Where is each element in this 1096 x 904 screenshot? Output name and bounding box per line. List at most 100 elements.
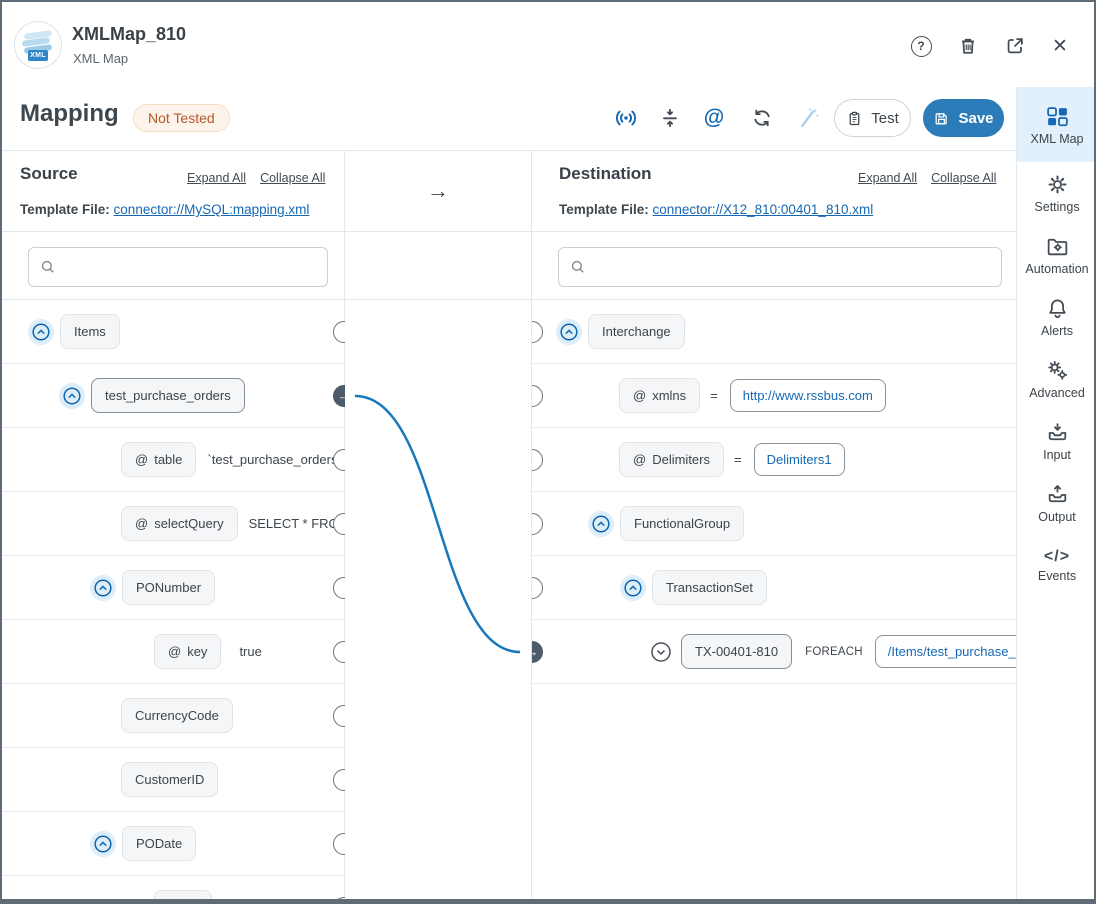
connection-port[interactable] — [532, 577, 543, 599]
sidebar-item-settings[interactable]: Settings — [1017, 162, 1096, 224]
window-subtitle: XML Map — [73, 51, 128, 66]
sidebar-item-output[interactable]: Output — [1017, 472, 1096, 534]
expand-node-button[interactable] — [649, 640, 673, 664]
sidebar-item-xml-map[interactable]: XML Map — [1017, 87, 1096, 162]
connection-port[interactable] — [532, 449, 543, 471]
gears-icon — [1045, 358, 1070, 383]
code-icon: </> — [1044, 548, 1070, 566]
collapse-node-button[interactable] — [620, 575, 646, 601]
destination-collapse-all-link[interactable]: Collapse All — [931, 171, 996, 185]
connection-port[interactable] — [532, 513, 543, 535]
clipboard-icon — [846, 110, 863, 127]
sidebar-item-input[interactable]: Input — [1017, 410, 1096, 472]
destination-search-input[interactable] — [595, 259, 991, 276]
sidebar-item-automation[interactable]: Automation — [1017, 224, 1096, 286]
tree-attr-chip[interactable]: @key — [154, 634, 221, 669]
auto-map-button[interactable] — [793, 103, 825, 133]
collapse-node-button[interactable] — [28, 319, 54, 345]
tree-node-chip[interactable]: PONumber — [122, 570, 215, 605]
sidebar-item-advanced[interactable]: Advanced — [1017, 348, 1096, 410]
collapse-node-button[interactable] — [90, 831, 116, 857]
source-expand-all-link[interactable]: Expand All — [187, 171, 246, 185]
collapse-node-button[interactable] — [588, 511, 614, 537]
attr-value-input[interactable]: http://www.rssbus.com — [730, 379, 886, 412]
tree-node-chip[interactable]: CustomerID — [121, 762, 218, 797]
source-collapse-all-link[interactable]: Collapse All — [260, 171, 325, 185]
compress-button[interactable] — [654, 103, 686, 133]
tree-node-chip[interactable]: FunctionalGroup — [620, 506, 744, 541]
attr-value: SELECT * FROM — [249, 516, 345, 531]
chevron-up-circle-icon — [93, 578, 113, 598]
connection-port[interactable] — [333, 897, 345, 899]
open-external-button[interactable] — [1000, 32, 1030, 60]
refresh-button[interactable] — [746, 103, 778, 133]
connection-port-connected[interactable]: → — [532, 641, 543, 663]
connection-port[interactable] — [333, 513, 345, 535]
close-button[interactable]: ✕ — [1045, 32, 1075, 60]
broadcast-button[interactable] — [610, 103, 642, 133]
destination-template-link[interactable]: connector://X12_810:00401_810.xml — [653, 202, 874, 217]
attr-name: selectQuery — [154, 516, 223, 531]
tree-node-chip[interactable]: Items — [60, 314, 120, 349]
test-button[interactable]: Test — [834, 99, 911, 137]
sidebar-item-label: Input — [1043, 448, 1071, 462]
attribute-button[interactable]: @ — [698, 103, 730, 133]
status-badge: Not Tested — [133, 104, 230, 132]
tree-attr-chip[interactable]: @table — [121, 442, 196, 477]
tree-row-podate: PODate — [2, 812, 345, 876]
tree-attr-chip[interactable]: @ selectQuery — [121, 506, 238, 541]
foreach-value-input[interactable]: /Items/test_purchase_... — [875, 635, 1016, 668]
collapse-node-button[interactable] — [59, 383, 85, 409]
destination-tree: Interchange @xmlns = http://www.rssbus.c… — [532, 300, 1016, 899]
connection-port[interactable] — [532, 385, 543, 407]
port-arrow-icon: → — [338, 389, 346, 402]
connection-port[interactable] — [333, 641, 345, 663]
port-arrow-icon: → — [532, 645, 539, 658]
at-icon: @ — [135, 452, 148, 467]
connection-port[interactable] — [532, 321, 543, 343]
help-button[interactable]: ? — [906, 32, 936, 60]
test-button-label: Test — [871, 110, 899, 127]
tree-row-key-attr: @key true — [2, 620, 345, 684]
tree-node-chip[interactable]: test_purchase_orders — [91, 378, 245, 413]
download-tray-icon — [1045, 420, 1070, 445]
tree-attr-chip[interactable]: @Delimiters — [619, 442, 724, 477]
source-template-link[interactable]: connector://MySQL:mapping.xml — [114, 202, 310, 217]
connection-port[interactable] — [333, 577, 345, 599]
destination-expand-all-link[interactable]: Expand All — [858, 171, 917, 185]
tree-row-interchange: Interchange — [532, 300, 1016, 364]
xml-map-window: XML XMLMap_810 XML Map ? ✕ Mapping Not T… — [0, 0, 1096, 904]
sidebar-item-events[interactable]: </> Events — [1017, 534, 1096, 596]
source-panel-title: Source — [20, 164, 78, 184]
tree-node-chip[interactable]: CurrencyCode — [121, 698, 233, 733]
connection-port[interactable] — [333, 705, 345, 727]
collapse-node-button[interactable] — [90, 575, 116, 601]
save-button[interactable]: Save — [923, 99, 1004, 137]
connection-port[interactable] — [333, 449, 345, 471]
connection-port[interactable] — [333, 769, 345, 791]
source-search-input[interactable] — [65, 259, 317, 276]
chevron-up-circle-icon — [31, 322, 51, 342]
tree-node-chip[interactable]: TX-00401-810 — [681, 634, 792, 669]
connection-port-connected[interactable]: → — [333, 385, 345, 407]
source-template-file: Template File: connector://MySQL:mapping… — [20, 202, 309, 217]
sidebar-item-label: Alerts — [1041, 324, 1073, 338]
tree-node-chip[interactable]: TransactionSet — [652, 570, 767, 605]
tree-attr-chip[interactable]: @xmlns — [619, 378, 700, 413]
destination-template-label: Template File: — [559, 202, 649, 217]
tree-node-chip-partial[interactable] — [154, 890, 212, 899]
connection-port[interactable] — [333, 833, 345, 855]
delete-button[interactable] — [953, 32, 983, 60]
tree-node-chip[interactable]: PODate — [122, 826, 196, 861]
trash-icon — [957, 35, 979, 57]
gear-icon — [1045, 172, 1070, 197]
tree-node-chip[interactable]: Interchange — [588, 314, 685, 349]
connection-port[interactable] — [333, 321, 345, 343]
page-title: Mapping — [20, 100, 119, 128]
attr-value-input[interactable]: Delimiters1 — [754, 443, 845, 476]
at-icon: @ — [135, 516, 148, 531]
chevron-up-circle-icon — [559, 322, 579, 342]
sidebar-item-alerts[interactable]: Alerts — [1017, 286, 1096, 348]
collapse-node-button[interactable] — [556, 319, 582, 345]
window-title: XMLMap_810 — [72, 24, 186, 45]
